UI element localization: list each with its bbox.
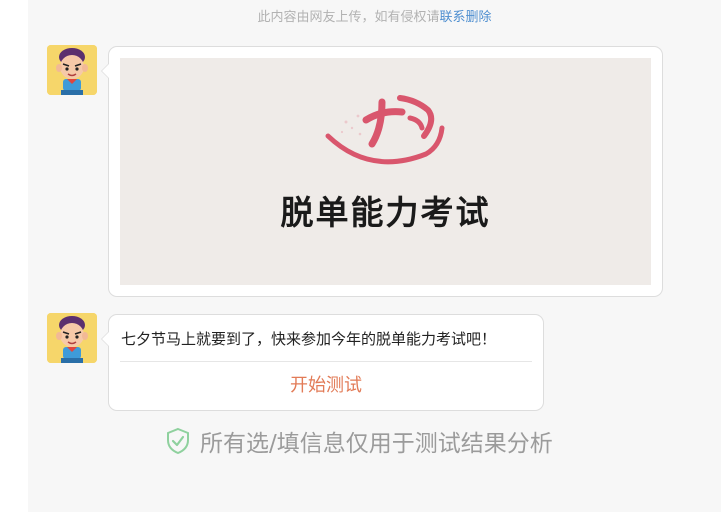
divider (120, 361, 532, 362)
contact-delete-link[interactable]: 联系删除 (440, 10, 492, 25)
qixi-logo-icon (325, 95, 445, 165)
privacy-text: 所有选/填信息仅用于测试结果分析 (200, 431, 553, 457)
upload-notice: 此内容由网友上传，如有侵权请联系删除 (28, 9, 721, 27)
notice-text: 此内容由网友上传，如有侵权请 (257, 10, 440, 25)
intro-message-bubble: 七夕节马上就要到了，快来参加今年的脱单能力考试吧！ 开始测试 (101, 314, 544, 411)
avatar-cartoon-boy-icon (47, 45, 97, 95)
poster-title: 脱单能力考试 (280, 193, 491, 232)
poster-bubble[interactable]: 脱单能力考试 (101, 46, 663, 297)
avatar (47, 45, 97, 95)
poster-image[interactable]: 脱单能力考试 (120, 58, 651, 285)
bubble-tail (101, 331, 109, 347)
avatar (47, 313, 97, 363)
bubble-tail (101, 63, 109, 79)
privacy-note: 所有选/填信息仅用于测试结果分析 (164, 425, 553, 457)
shield-check-icon (167, 427, 189, 455)
intro-message-text: 七夕节马上就要到了，快来参加今年的脱单能力考试吧！ (121, 330, 497, 348)
chat-page: 此内容由网友上传，如有侵权请联系删除 脱单能力考试 七夕节马上就要到了，快来参加… (28, 0, 721, 512)
start-test-button[interactable]: 开始测试 (109, 374, 543, 398)
avatar-cartoon-boy-icon (47, 313, 97, 363)
